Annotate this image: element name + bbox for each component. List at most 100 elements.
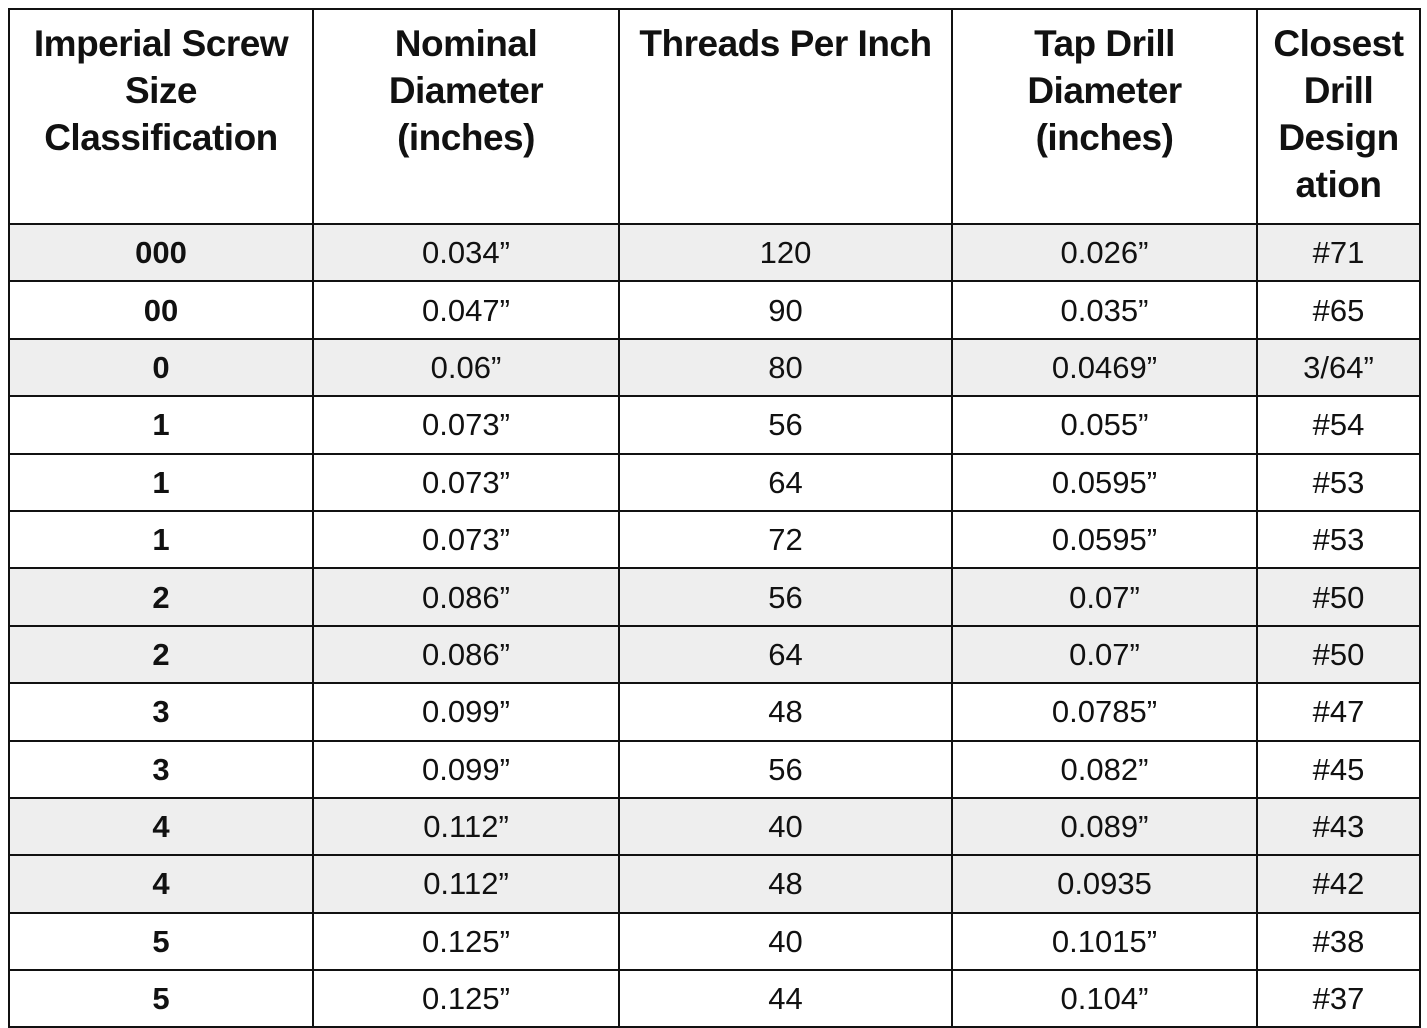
- cell-tap-drill-diameter: 0.0935: [951, 854, 1258, 914]
- cell-nominal-diameter: 0.112”: [312, 796, 620, 857]
- cell-nominal-diameter: 0.073”: [312, 395, 620, 455]
- cell-nominal-diameter: 0.112”: [312, 854, 620, 914]
- header-line: Diameter: [388, 70, 544, 111]
- table-row: 2 0.086” 64 0.07” #50: [8, 624, 1421, 685]
- table-row: 1 0.073” 64 0.0595” #53: [8, 452, 1421, 512]
- cell-nominal-diameter: 0.06”: [312, 337, 620, 398]
- cell-screw-size: 2: [8, 624, 314, 685]
- table-row: 1 0.073” 56 0.055” #54: [8, 395, 1421, 455]
- table-row: 000 0.034” 120 0.026” #71: [8, 222, 1421, 283]
- cell-nominal-diameter: 0.073”: [312, 509, 620, 570]
- header-line: Classification: [44, 117, 278, 158]
- header-line: Nominal: [394, 23, 538, 64]
- cell-tap-drill-diameter: 0.0785”: [951, 682, 1258, 742]
- cell-tap-drill-diameter: 0.0469”: [951, 337, 1258, 398]
- cell-tap-drill-diameter: 0.026”: [951, 222, 1258, 283]
- header-line: (inches): [397, 117, 535, 158]
- header-closest-drill: Closest Drill Design ation: [1256, 8, 1421, 225]
- cell-tap-drill-diameter: 0.055”: [951, 395, 1258, 455]
- header-line: Design: [1278, 117, 1399, 158]
- cell-screw-size: 5: [8, 911, 314, 972]
- cell-screw-size: 3: [8, 739, 314, 799]
- header-line: ation: [1295, 164, 1382, 205]
- table-row: 4 0.112” 48 0.0935 #42: [8, 854, 1421, 914]
- header-line: Threads Per Inch: [639, 23, 932, 64]
- cell-closest-drill: #71: [1256, 222, 1421, 283]
- cell-threads-per-inch: 90: [618, 280, 953, 340]
- table-row: 1 0.073” 72 0.0595” #53: [8, 509, 1421, 570]
- cell-screw-size: 4: [8, 796, 314, 857]
- table-row: 0 0.06” 80 0.0469” 3/64”: [8, 337, 1421, 398]
- header-line: Size: [124, 70, 198, 111]
- cell-tap-drill-diameter: 0.07”: [951, 567, 1258, 627]
- cell-tap-drill-diameter: 0.035”: [951, 280, 1258, 340]
- cell-nominal-diameter: 0.047”: [312, 280, 620, 340]
- header-row: Imperial Screw Size Classification Nomin…: [8, 8, 1421, 225]
- table-row: 2 0.086” 56 0.07” #50: [8, 567, 1421, 627]
- header-threads-per-inch: Threads Per Inch: [618, 8, 953, 225]
- cell-closest-drill: #37: [1256, 969, 1421, 1028]
- cell-nominal-diameter: 0.125”: [312, 911, 620, 972]
- cell-tap-drill-diameter: 0.089”: [951, 796, 1258, 857]
- cell-screw-size: 1: [8, 509, 314, 570]
- cell-nominal-diameter: 0.086”: [312, 567, 620, 627]
- cell-nominal-diameter: 0.099”: [312, 682, 620, 742]
- table-body: 000 0.034” 120 0.026” #71 00 0.047” 90 0.035” #65…: [8, 222, 1421, 1028]
- cell-closest-drill: #47: [1256, 682, 1421, 742]
- table-row: 4 0.112” 40 0.089” #43: [8, 796, 1421, 857]
- header-tap-drill-diameter: Tap Drill Diameter (inches): [951, 8, 1258, 225]
- cell-closest-drill: #54: [1256, 395, 1421, 455]
- cell-threads-per-inch: 48: [618, 682, 953, 742]
- header-nominal-diameter: Nominal Diameter (inches): [312, 8, 620, 225]
- cell-tap-drill-diameter: 0.0595”: [951, 452, 1258, 512]
- cell-closest-drill: #50: [1256, 624, 1421, 685]
- cell-closest-drill: #42: [1256, 854, 1421, 914]
- cell-closest-drill: #65: [1256, 280, 1421, 340]
- header-line: Diameter: [1027, 70, 1182, 111]
- cell-threads-per-inch: 72: [618, 509, 953, 570]
- cell-screw-size: 000: [8, 222, 314, 283]
- cell-threads-per-inch: 56: [618, 567, 953, 627]
- cell-threads-per-inch: 56: [618, 739, 953, 799]
- cell-nominal-diameter: 0.034”: [312, 222, 620, 283]
- cell-tap-drill-diameter: 0.082”: [951, 739, 1258, 799]
- cell-threads-per-inch: 56: [618, 395, 953, 455]
- table-row: 3 0.099” 48 0.0785” #47: [8, 682, 1421, 742]
- cell-threads-per-inch: 48: [618, 854, 953, 914]
- cell-nominal-diameter: 0.086”: [312, 624, 620, 685]
- header-line: Imperial Screw: [33, 23, 289, 64]
- table-header: Imperial Screw Size Classification Nomin…: [8, 8, 1421, 225]
- cell-screw-size: 1: [8, 395, 314, 455]
- cell-screw-size: 4: [8, 854, 314, 914]
- cell-tap-drill-diameter: 0.104”: [951, 969, 1258, 1028]
- cell-nominal-diameter: 0.073”: [312, 452, 620, 512]
- header-line: Drill: [1303, 70, 1374, 111]
- table-row: 5 0.125” 44 0.104” #37: [8, 969, 1421, 1028]
- header-screw-size: Imperial Screw Size Classification: [8, 8, 314, 225]
- cell-screw-size: 1: [8, 452, 314, 512]
- header-line: Closest: [1273, 23, 1404, 64]
- cell-closest-drill: #43: [1256, 796, 1421, 857]
- header-line: (inches): [1035, 117, 1174, 158]
- cell-screw-size: 2: [8, 567, 314, 627]
- cell-nominal-diameter: 0.125”: [312, 969, 620, 1028]
- table-row: 5 0.125” 40 0.1015” #38: [8, 911, 1421, 972]
- header-line: Tap Drill: [1034, 23, 1175, 64]
- cell-closest-drill: 3/64”: [1256, 337, 1421, 398]
- cell-screw-size: 5: [8, 969, 314, 1028]
- cell-screw-size: 0: [8, 337, 314, 398]
- cell-screw-size: 00: [8, 280, 314, 340]
- cell-screw-size: 3: [8, 682, 314, 742]
- cell-tap-drill-diameter: 0.07”: [951, 624, 1258, 685]
- cell-threads-per-inch: 80: [618, 337, 953, 398]
- cell-closest-drill: #53: [1256, 452, 1421, 512]
- cell-closest-drill: #45: [1256, 739, 1421, 799]
- table-row: 3 0.099” 56 0.082” #45: [8, 739, 1421, 799]
- tap-drill-table: Imperial Screw Size Classification Nomin…: [8, 8, 1421, 1028]
- cell-threads-per-inch: 40: [618, 796, 953, 857]
- cell-closest-drill: #53: [1256, 509, 1421, 570]
- table-row: 00 0.047” 90 0.035” #65: [8, 280, 1421, 340]
- cell-threads-per-inch: 44: [618, 969, 953, 1028]
- cell-tap-drill-diameter: 0.1015”: [951, 911, 1258, 972]
- cell-threads-per-inch: 64: [618, 624, 953, 685]
